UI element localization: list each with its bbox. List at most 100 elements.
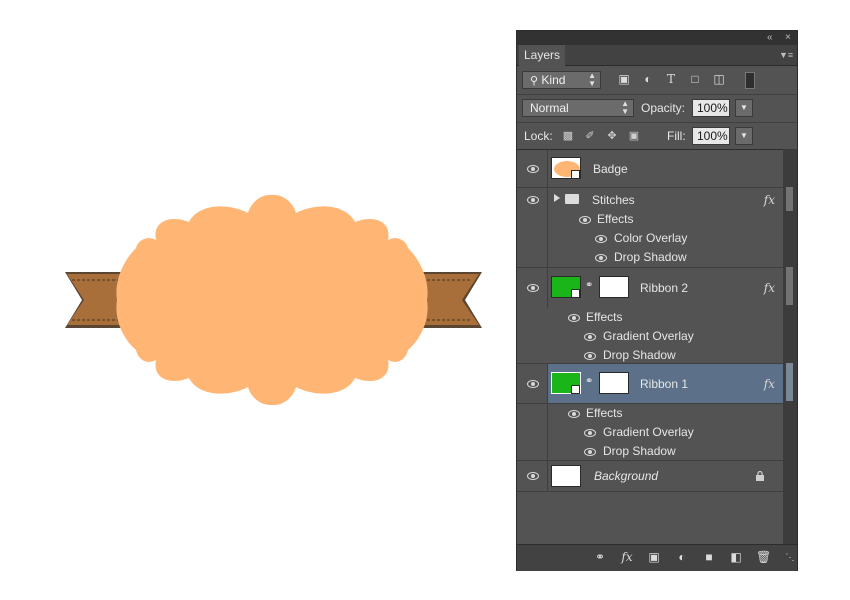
effect-name: Drop Shadow — [614, 250, 687, 264]
link-layers-icon[interactable]: ⚭ — [593, 551, 607, 564]
effects-label: Effects — [586, 406, 623, 420]
effect-name: Gradient Overlay — [603, 329, 694, 343]
layer-row-ribbon-2[interactable]: ⚭ Ribbon 2 fx Effects Gradient Overlay D… — [517, 268, 783, 364]
fill-input[interactable]: 100% — [692, 127, 730, 145]
layer-effects-ribbon-1: Effects Gradient Overlay Drop Shadow — [517, 404, 783, 461]
image-filter-icon[interactable]: ▣ — [618, 73, 630, 85]
search-icon: ⚲ — [530, 75, 539, 87]
add-style-fx-icon[interactable]: fx — [620, 551, 634, 564]
opacity-label: Opacity: — [641, 101, 686, 115]
panel-footer: ⚭ fx ▣ ◐ ■ ◧ 🗑 ⋱ — [517, 544, 797, 571]
layer-name: Stitches — [592, 193, 635, 207]
lock-image-icon[interactable]: ✐ — [584, 130, 596, 142]
type-filter-icon[interactable]: T — [665, 73, 677, 85]
fx-icon[interactable]: fx — [764, 281, 775, 295]
close-icon[interactable]: × — [785, 31, 791, 45]
layer-name: Background — [594, 469, 659, 483]
tab-row: Layers ▼≡ — [517, 45, 797, 66]
layer-row-stitches[interactable]: Stitches fx Effects Color Overlay Drop S… — [517, 188, 783, 268]
canvas-artwork — [65, 194, 482, 406]
fill-label: Fill: — [667, 129, 686, 143]
shape-layer-icon — [571, 385, 580, 394]
panel-titlebar: « × — [517, 31, 797, 45]
lock-label: Lock: — [524, 129, 553, 143]
shape-layer-icon — [571, 289, 580, 298]
layer-row-background[interactable]: Background — [517, 461, 783, 492]
eye-icon[interactable] — [595, 235, 607, 243]
lock-row: Lock: ▩ ✐ ✥ ▣ Fill: 100% ▼ — [517, 122, 797, 151]
layer-row-ribbon-1[interactable]: ⚭ Ribbon 1 fx — [517, 364, 783, 404]
eye-icon[interactable] — [584, 352, 596, 360]
layer-list-scrollbar[interactable] — [783, 149, 797, 544]
filter-toggle-icon[interactable] — [745, 72, 755, 89]
tab-layers[interactable]: Layers — [519, 45, 565, 66]
new-group-icon[interactable]: ■ — [702, 551, 716, 564]
layer-name: Badge — [593, 162, 628, 176]
visibility-column — [517, 461, 548, 491]
visibility-column — [517, 150, 548, 187]
resize-grip-icon[interactable]: ⋱ — [783, 551, 797, 564]
eye-icon[interactable] — [595, 254, 607, 262]
fx-icon[interactable]: fx — [764, 193, 775, 207]
eye-icon[interactable] — [579, 216, 591, 224]
visibility-column — [517, 364, 548, 403]
folder-icon — [565, 194, 579, 204]
opacity-input[interactable]: 100% — [692, 99, 730, 117]
eye-icon[interactable] — [527, 196, 539, 204]
scroll-thumb[interactable] — [786, 363, 793, 401]
panel-menu-icon[interactable]: ▼≡ — [779, 50, 793, 60]
blend-mode-label: Normal — [530, 101, 569, 115]
eye-icon[interactable] — [568, 410, 580, 418]
eye-icon[interactable] — [584, 429, 596, 437]
add-mask-icon[interactable]: ▣ — [647, 551, 661, 564]
trash-icon[interactable]: 🗑 — [756, 551, 771, 564]
effect-name: Gradient Overlay — [603, 425, 694, 439]
fill-dropdown-button[interactable]: ▼ — [735, 127, 753, 145]
scroll-thumb[interactable] — [786, 267, 793, 305]
eye-icon[interactable] — [584, 448, 596, 456]
opacity-dropdown-button[interactable]: ▼ — [735, 99, 753, 117]
layer-name: Ribbon 1 — [640, 377, 689, 391]
effects-label: Effects — [597, 212, 634, 226]
eye-icon[interactable] — [527, 472, 539, 480]
lock-transparent-icon[interactable]: ▩ — [562, 130, 574, 142]
effect-name: Drop Shadow — [603, 348, 676, 362]
shape-filter-icon[interactable]: □ — [689, 73, 701, 85]
visibility-column — [517, 268, 548, 308]
mask-link-icon[interactable]: ⚭ — [585, 280, 593, 292]
adjustment-layer-icon[interactable]: ◐ — [675, 551, 689, 564]
scroll-thumb[interactable] — [786, 187, 793, 211]
filter-kind-select[interactable]: ⚲ Kind ▲ ▼ — [522, 71, 601, 89]
lock-all-icon[interactable]: ▣ — [628, 130, 640, 142]
effect-name: Color Overlay — [614, 231, 688, 245]
layer-list: Badge Stitches fx Effects Color Overlay … — [517, 149, 783, 545]
filter-kind-label: Kind — [541, 73, 566, 87]
visibility-column — [517, 188, 548, 267]
eye-icon[interactable] — [527, 380, 539, 388]
mask-link-icon[interactable]: ⚭ — [585, 376, 593, 388]
select-arrows-icon: ▲ ▼ — [621, 99, 629, 116]
lock-position-icon[interactable]: ✥ — [606, 130, 618, 142]
adjustment-filter-icon[interactable]: ◐ — [642, 73, 654, 85]
visibility-column — [517, 404, 548, 460]
layer-thumbnail — [551, 465, 581, 487]
effects-label: Effects — [586, 310, 623, 324]
filter-row: ⚲ Kind ▲ ▼ ▣ ◐ T □ ◫ — [517, 66, 797, 95]
fx-icon[interactable]: fx — [764, 377, 775, 391]
layer-row-badge[interactable]: Badge — [517, 150, 783, 188]
blend-mode-select[interactable]: Normal ▲ ▼ — [522, 99, 634, 117]
mask-thumbnail[interactable] — [599, 372, 629, 394]
eye-icon[interactable] — [527, 284, 539, 292]
collapse-icon[interactable]: « — [767, 31, 773, 45]
smart-object-filter-icon[interactable]: ◫ — [713, 73, 725, 85]
blend-row: Normal ▲ ▼ Opacity: 100% ▼ — [517, 94, 797, 123]
mask-thumbnail[interactable] — [599, 276, 629, 298]
eye-icon[interactable] — [527, 165, 539, 173]
eye-icon[interactable] — [568, 314, 580, 322]
select-arrows-icon: ▲ ▼ — [588, 71, 596, 88]
layers-panel: « × Layers ▼≡ ⚲ Kind ▲ ▼ ▣ ◐ T □ ◫ Normal… — [516, 30, 798, 571]
new-layer-icon[interactable]: ◧ — [729, 551, 743, 564]
eye-icon[interactable] — [584, 333, 596, 341]
badge-shape — [116, 194, 428, 406]
expand-triangle-icon[interactable] — [554, 194, 560, 202]
